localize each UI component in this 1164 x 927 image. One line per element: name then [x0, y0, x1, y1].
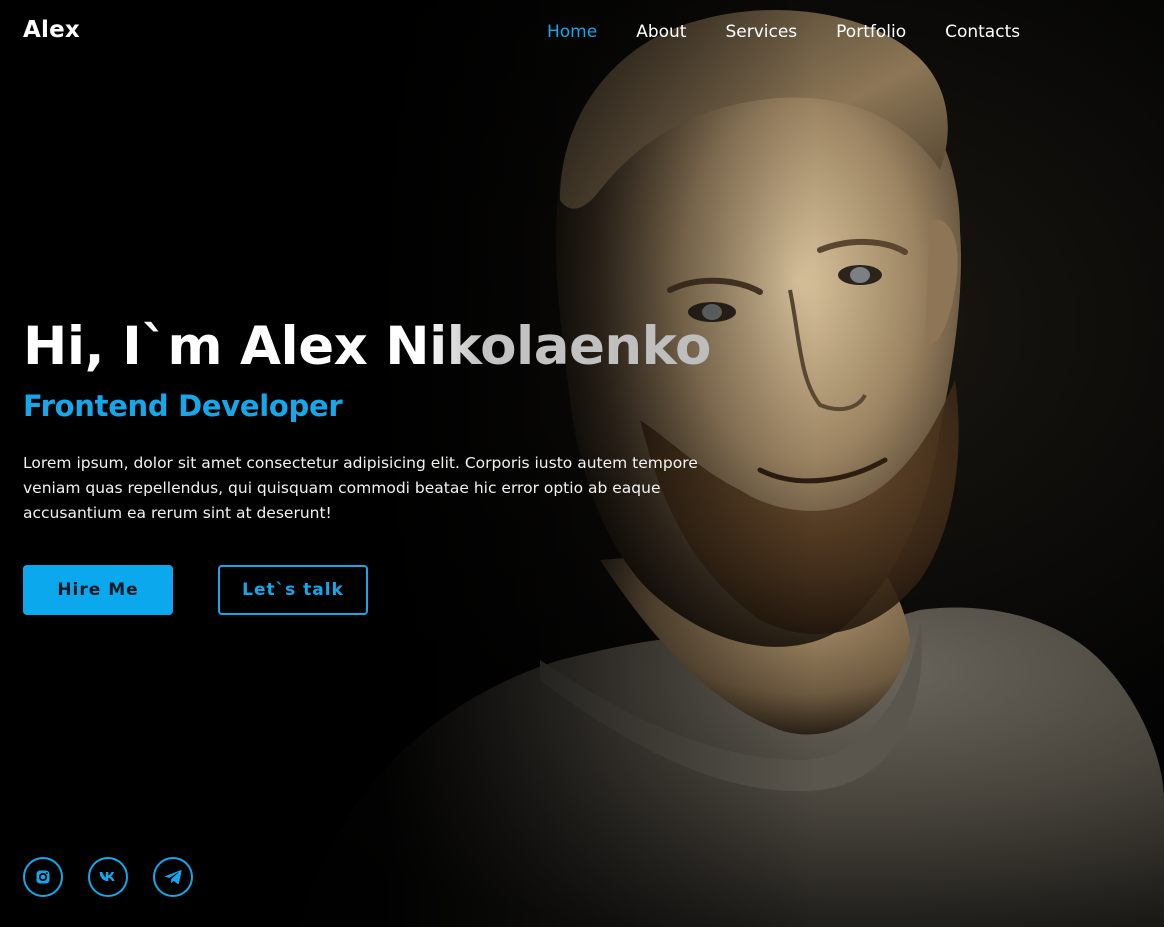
- telegram-link[interactable]: [153, 857, 193, 897]
- nav-item-about[interactable]: About: [636, 21, 686, 43]
- main-navigation: Home About Services Portfolio Contacts: [547, 21, 1059, 43]
- vk-icon: [99, 872, 115, 881]
- vk-link[interactable]: [88, 857, 128, 897]
- social-links: [23, 857, 218, 897]
- nav-item-services[interactable]: Services: [725, 21, 797, 43]
- instagram-link[interactable]: [23, 857, 63, 897]
- landing-page: Alex Home About Services Portfolio Conta…: [0, 0, 1164, 927]
- nav-item-portfolio[interactable]: Portfolio: [836, 21, 906, 43]
- nav-item-home[interactable]: Home: [547, 21, 597, 43]
- site-logo[interactable]: Alex: [23, 17, 80, 43]
- instagram-icon: [36, 870, 50, 884]
- hero-description: Lorem ipsum, dolor sit amet consectetur …: [23, 454, 698, 522]
- telegram-icon: [164, 870, 182, 884]
- hero-subtitle: Frontend Developer: [23, 389, 343, 423]
- hero-title: Hi, I`m Alex Nikolaenko: [23, 314, 711, 380]
- lets-talk-button[interactable]: Let`s talk: [218, 565, 368, 615]
- hire-me-button[interactable]: Hire Me: [23, 565, 173, 615]
- nav-item-contacts[interactable]: Contacts: [945, 21, 1020, 43]
